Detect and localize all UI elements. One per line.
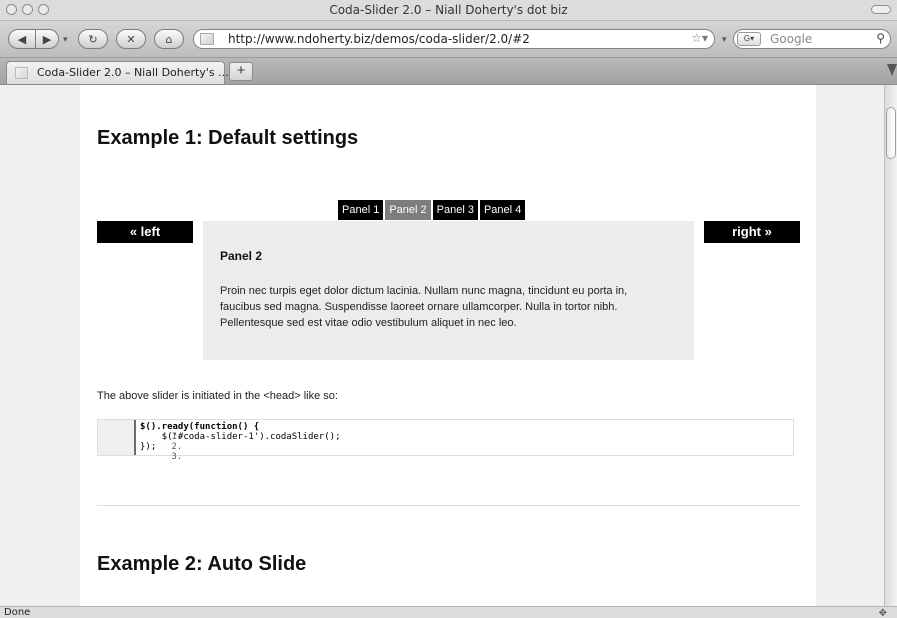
title-bar: Coda-Slider 2.0 – Niall Doherty's dot bi… xyxy=(0,0,897,21)
search-engine-icon[interactable]: G▾ xyxy=(737,32,761,46)
code-line: 3. }); xyxy=(98,442,182,462)
search-icon[interactable]: ⚲ xyxy=(876,31,885,45)
history-dropdown-icon[interactable]: ▾ xyxy=(63,34,68,45)
navigation-toolbar: ◀ ▶ ▾ ↻ ✕ ⌂ http://www.ndoherty.biz/demo… xyxy=(0,21,897,58)
example2-heading: Example 2: Auto Slide xyxy=(97,553,307,575)
tab-favicon-icon xyxy=(15,67,28,79)
slider-right-button[interactable]: right » xyxy=(704,221,800,243)
home-button[interactable]: ⌂ xyxy=(154,29,184,49)
stop-button[interactable]: ✕ xyxy=(116,29,146,49)
code-text: $('#coda-slider-1').codaSlider(); xyxy=(140,432,341,442)
panel-tab-2[interactable]: Panel 2 xyxy=(385,200,431,220)
intro-text: The above slider is initiated in the <he… xyxy=(97,390,338,402)
forward-button[interactable]: ▶ xyxy=(35,29,59,49)
browser-window: Coda-Slider 2.0 – Niall Doherty's dot bi… xyxy=(0,0,897,618)
status-text: Done xyxy=(4,607,31,618)
slider-panel: Panel 2 Proin nec turpis eget dolor dict… xyxy=(203,221,694,360)
back-button[interactable]: ◀ xyxy=(8,29,36,49)
tab-coda-slider[interactable]: Coda-Slider 2.0 – Niall Doherty's ... xyxy=(6,61,229,84)
reload-icon: ↻ xyxy=(88,32,98,46)
site-favicon-icon xyxy=(200,33,214,45)
bookmark-star-icon[interactable]: ☆▾ xyxy=(691,31,708,45)
code-block: 1. $().ready(function() { 2. $('#coda-sl… xyxy=(97,419,794,462)
stop-icon: ✕ xyxy=(126,32,136,46)
new-tab-button[interactable]: + xyxy=(229,62,253,81)
search-input[interactable]: Google xyxy=(770,32,812,46)
panel-tab-3[interactable]: Panel 3 xyxy=(432,200,478,220)
url-text[interactable]: http://www.ndoherty.biz/demos/coda-slide… xyxy=(228,32,530,46)
tab-strip: Coda-Slider 2.0 – Niall Doherty's ... + xyxy=(0,58,897,85)
vertical-scrollbar[interactable] xyxy=(884,85,897,606)
code-text: $().ready(function() { xyxy=(140,422,260,432)
window-title: Coda-Slider 2.0 – Niall Doherty's dot bi… xyxy=(329,3,568,17)
toolbar-toggle-button[interactable] xyxy=(871,5,891,14)
tab-label: Coda-Slider 2.0 – Niall Doherty's ... xyxy=(37,66,229,79)
scrollbar-thumb[interactable] xyxy=(886,107,896,159)
panel-heading: Panel 2 xyxy=(220,249,263,263)
section-divider xyxy=(97,505,800,506)
page-viewport: Example 1: Default settings Panel 1 Pane… xyxy=(0,85,884,606)
home-icon: ⌂ xyxy=(165,32,173,46)
line-number: 3. xyxy=(171,452,183,462)
panel-text: Proin nec turpis eget dolor dictum lacin… xyxy=(220,285,628,329)
back-icon: ◀ xyxy=(17,32,27,46)
search-bar[interactable]: G▾ Google ⚲ xyxy=(733,29,891,49)
example1-heading: Example 1: Default settings xyxy=(97,127,359,149)
status-bar: Done ✥ xyxy=(0,606,897,618)
slider-left-button[interactable]: « left xyxy=(97,221,193,243)
separator-dot-icon: ▾ xyxy=(722,34,727,44)
code-line: 2. $('#coda-slider-1').codaSlider(); xyxy=(98,432,341,452)
panel-tab-4[interactable]: Panel 4 xyxy=(479,200,526,220)
url-bar[interactable]: http://www.ndoherty.biz/demos/coda-slide… xyxy=(193,29,715,49)
reload-button[interactable]: ↻ xyxy=(78,29,108,49)
tab-list-menu-icon[interactable] xyxy=(887,64,897,76)
code-line: 1. $().ready(function() { xyxy=(98,422,259,442)
panel-tab-1[interactable]: Panel 1 xyxy=(338,200,384,220)
resize-grip-icon[interactable]: ✥ xyxy=(879,608,887,618)
forward-icon: ▶ xyxy=(42,32,52,46)
panel-tab-nav: Panel 1 Panel 2 Panel 3 Panel 4 xyxy=(338,200,526,220)
page-column: Example 1: Default settings Panel 1 Pane… xyxy=(80,85,816,606)
code-text: }); xyxy=(140,442,157,452)
